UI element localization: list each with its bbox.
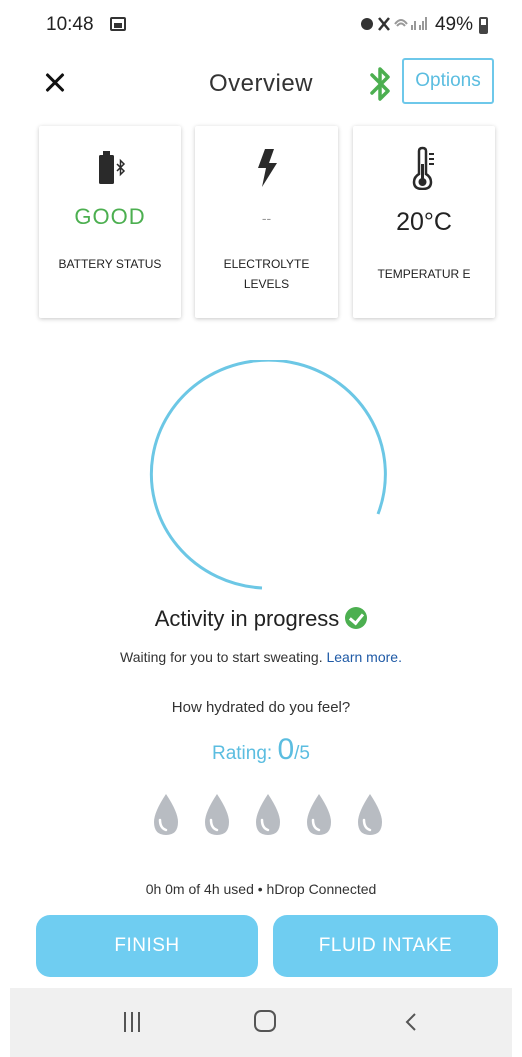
activity-subtitle-row: Waiting for you to start sweating. Learn… [0, 649, 522, 665]
temperature-value: 20°C [396, 208, 452, 236]
usage-status: 0h 0m of 4h used • hDrop Connected [145, 881, 377, 897]
bluetooth-icon[interactable] [366, 64, 394, 104]
water-drop-icon[interactable] [148, 792, 184, 838]
alarm-mute-wifi-signal-icons [360, 17, 427, 31]
lightning-icon [195, 146, 338, 190]
header: Overview Options [0, 50, 522, 120]
battery-icon [479, 16, 488, 34]
hydration-drops [148, 792, 388, 842]
water-drop-icon[interactable] [199, 792, 235, 838]
hydration-rating: Rating: 0/5 [0, 733, 522, 767]
rating-label: Rating: [211, 743, 273, 764]
electrolyte-levels-value: -- [261, 210, 272, 226]
battery-status-value: GOOD [74, 204, 146, 229]
recents-icon[interactable] [122, 1012, 142, 1032]
battery-percent: 49% [434, 14, 473, 35]
activity-progress-ring [149, 360, 387, 590]
activity-title: Activity in progress [154, 606, 340, 631]
status-right: 49% [359, 14, 488, 36]
thermometer-icon [353, 146, 495, 190]
status-time: 10:48 [46, 14, 94, 35]
system-nav-bar [10, 988, 512, 1057]
status-icons [359, 14, 429, 36]
finish-button[interactable]: FINISH [36, 915, 258, 977]
water-drop-icon[interactable] [250, 792, 286, 838]
activity-subtitle: Waiting for you to start sweating. [120, 649, 323, 665]
electrolyte-levels-card[interactable]: -- ELECTROLYTE LEVELS [195, 126, 338, 318]
options-button[interactable]: Options [402, 58, 494, 104]
water-drop-icon[interactable] [301, 792, 337, 838]
hydration-question: How hydrated do you feel? [171, 699, 351, 716]
back-icon[interactable] [402, 1012, 422, 1032]
temperature-card[interactable]: 20°C TEMPERATUR E [353, 126, 495, 318]
gallery-notification-icon [110, 17, 126, 31]
status-bar: 10:48 49% [0, 0, 522, 50]
water-drop-icon[interactable] [352, 792, 388, 838]
fluid-intake-button[interactable]: FLUID INTAKE [273, 915, 498, 977]
rating-max: /5 [294, 743, 311, 764]
rating-value: 0 [277, 733, 295, 766]
activity-status: Activity in progress [0, 606, 522, 632]
battery-bluetooth-icon [39, 146, 181, 190]
battery-status-label: BATTERY STATUS [58, 257, 162, 271]
learn-more-link[interactable]: Learn more. [326, 649, 401, 665]
electrolyte-levels-label: ELECTROLYTE LEVELS [223, 257, 310, 291]
temperature-label: TEMPERATUR E [377, 267, 471, 281]
check-circle-icon [345, 607, 368, 629]
battery-status-card[interactable]: GOOD BATTERY STATUS [39, 126, 181, 318]
home-icon[interactable] [254, 1010, 276, 1032]
